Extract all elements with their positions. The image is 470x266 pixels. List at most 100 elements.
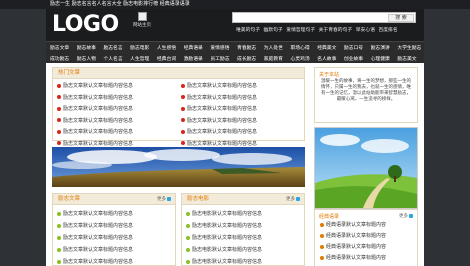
nav-item[interactable]: 大学生励志 [397,44,424,51]
about-title: 关于本站 [319,72,340,78]
hot-articles-column-right: 励志文章默认文章标题内容信息 励志文章默认文章标题内容信息 励志文章默认文章标题… [181,81,301,150]
bullet-icon [181,118,185,122]
nav-item[interactable]: 人生感悟 [157,44,184,51]
nav-item[interactable]: 励志文章 [50,44,77,51]
search-button[interactable]: 搜 索 [388,14,414,22]
list-item[interactable]: 励志文章默认文章标题内容信息 [181,127,301,139]
nav-item[interactable]: 心理健康 [371,55,398,62]
nav-item[interactable]: 员工励志 [210,55,237,62]
bullet-icon [181,83,185,88]
hot-word-link[interactable]: 早安心语 [356,28,375,33]
list-item-label: 励志文章默认文章标题内容信息 [187,94,258,101]
bullet-icon [181,141,185,145]
nav-item[interactable]: 名人故事 [317,55,344,62]
nav-item[interactable]: 励志故事 [77,44,104,51]
hot-word-link[interactable]: 爱情哲理句子 [286,28,315,33]
nav-item[interactable]: 励志电影 [130,44,157,51]
nav-item[interactable]: 励志名言 [103,44,130,51]
nav-item[interactable]: 励志演讲 [371,44,398,51]
nav-item[interactable]: 成功励志 [50,55,77,62]
bullet-icon [181,129,185,134]
list-item[interactable]: 励志文章默认文章标题内容信息 [57,93,177,105]
movies-panel-header: 励志电影 更多 [182,194,304,205]
nav-item[interactable]: 激励语录 [184,55,211,62]
articles-panel-title: 励志文章 [58,196,81,202]
nav-row-1: 励志文章 励志故事 励志名言 励志电影 人生感悟 经典语录 爱情感悟 青春励志 … [46,42,424,53]
articles-panel: 励志文章 更多 励志文章默认文章标题内容信息 励志文章默认文章标题内容信息 励志… [52,193,176,266]
list-item[interactable]: 励志文章默认文章标题内容信息 [57,232,171,244]
nav-item[interactable]: 人生哲理 [130,55,157,62]
list-item[interactable]: 励志文章默认文章标题内容信息 [57,81,177,93]
nav-item[interactable]: 青春励志 [237,44,264,51]
landscape-banner-image [52,147,305,187]
nav-item[interactable]: 为人处世 [264,44,291,51]
classic-quotes-header: 经典语录 更多 [315,210,417,220]
side-landscape-image[interactable] [314,127,418,209]
bullet-icon [57,95,61,99]
nav-item[interactable]: 经典美文 [317,44,344,51]
hot-word-link[interactable]: 幽默句子 [264,28,283,33]
bullet-icon [57,83,61,88]
list-item[interactable]: 励志文章默认文章标题内容信息 [181,93,301,105]
classic-more-link[interactable]: 更多 [399,213,413,219]
about-text: 温暖一生的故事，将一生的梦想，那些一生的情怀，只属一生的我去，也就一生的感情，唯… [321,79,411,102]
hot-articles-column-left: 励志文章默认文章标题内容信息 励志文章默认文章标题内容信息 励志文章默认文章标题… [57,81,177,150]
hot-word-link[interactable]: 唯美的句子 [236,28,260,33]
movies-panel-title: 励志电影 [187,196,210,202]
list-item[interactable]: 励志文章默认文章标题内容信息 [181,116,301,128]
landscape-banner[interactable] [52,147,305,187]
list-item[interactable]: 经典语录默认文章标题内容 [315,231,417,242]
nav-item[interactable]: 励志口号 [344,44,371,51]
list-item[interactable]: 经典语录默认文章标题内容 [315,253,417,264]
list-item[interactable]: 励志文章默认文章标题内容信息 [57,208,171,220]
hot-word-link[interactable]: 百度排名 [378,28,397,33]
nav-item[interactable]: 家庭教育 [264,55,291,62]
list-item[interactable]: 励志文章默认文章标题内容信息 [57,104,177,116]
about-panel: 关于本站 温暖一生的故事，将一生的梦想，那些一生的情怀，只属一生的我去，也就一生… [314,67,418,123]
list-item[interactable]: 励志文章默认文章标题内容信息 [57,116,177,128]
hot-articles-title: 热门文章 [53,68,304,79]
list-item[interactable]: 励志文章默认文章标题内容信息 [57,244,171,256]
movies-more-link[interactable]: 更多 [286,194,300,205]
nav-item[interactable]: 职场心得 [290,44,317,51]
list-item[interactable]: 励志文章默认文章标题内容信息 [181,81,301,93]
bullet-icon [57,129,61,134]
list-item-label: 励志文章默认文章标题内容信息 [187,83,258,89]
main-content: 热门文章 励志文章默认文章标题内容信息 励志文章默认文章标题内容信息 励志文章默… [46,63,424,266]
nav-item[interactable]: 个人名言 [103,55,130,62]
list-item[interactable]: 励志电影默认文章标题内容信息 [186,220,300,232]
home-link[interactable]: 网站主页 [128,12,156,28]
nav-item[interactable]: 经典语录 [184,44,211,51]
nav-item[interactable]: 励志美文 [397,55,424,62]
list-item[interactable]: 励志电影默认文章标题内容信息 [186,232,300,244]
nav-item[interactable]: 成长励志 [237,55,264,62]
list-item[interactable]: 励志文章默认文章标题内容信息 [181,104,301,116]
list-item[interactable]: 励志电影默认文章标题内容信息 [186,244,300,256]
list-item[interactable]: 励志文章默认文章标题内容信息 [57,256,171,266]
nav-item[interactable]: 创业故事 [344,55,371,62]
main-nav: 励志文章 励志故事 励志名言 励志电影 人生感悟 经典语录 爱情感悟 青春励志 … [46,41,424,63]
bullet-icon [57,106,61,111]
home-image-icon [137,12,147,21]
nav-item[interactable]: 励志人物 [77,55,104,62]
site-logo[interactable]: LOGO [52,13,119,37]
search-input[interactable]: 搜 索 [232,12,416,23]
bullet-icon [181,106,185,111]
classic-quotes-title: 经典语录 [319,214,340,220]
list-item[interactable]: 励志文章默认文章标题内容信息 [57,220,171,232]
bullet-icon [57,118,61,122]
nav-item[interactable]: 经典台词 [157,55,184,62]
nav-item[interactable]: 爱情感悟 [210,44,237,51]
list-item-label: 励志文章默认文章标题内容信息 [63,129,134,135]
hot-word-link[interactable]: 关于青春的句子 [319,28,353,33]
list-item[interactable]: 经典语录默认文章标题内容 [315,242,417,253]
list-item[interactable]: 励志电影默认文章标题内容信息 [186,256,300,266]
nav-item[interactable]: 心灵鸡汤 [290,55,317,62]
list-item[interactable]: 经典语录默认文章标题内容 [315,220,417,231]
list-item-label: 励志文章默认文章标题内容信息 [187,140,258,147]
side-landscape-svg [315,128,417,208]
list-item[interactable]: 励志电影默认文章标题内容信息 [186,208,300,220]
movies-panel: 励志电影 更多 励志电影默认文章标题内容信息 励志电影默认文章标题内容信息 励志… [181,193,305,266]
list-item[interactable]: 励志文章默认文章标题内容信息 [57,127,177,139]
articles-more-link[interactable]: 更多 [157,194,171,205]
